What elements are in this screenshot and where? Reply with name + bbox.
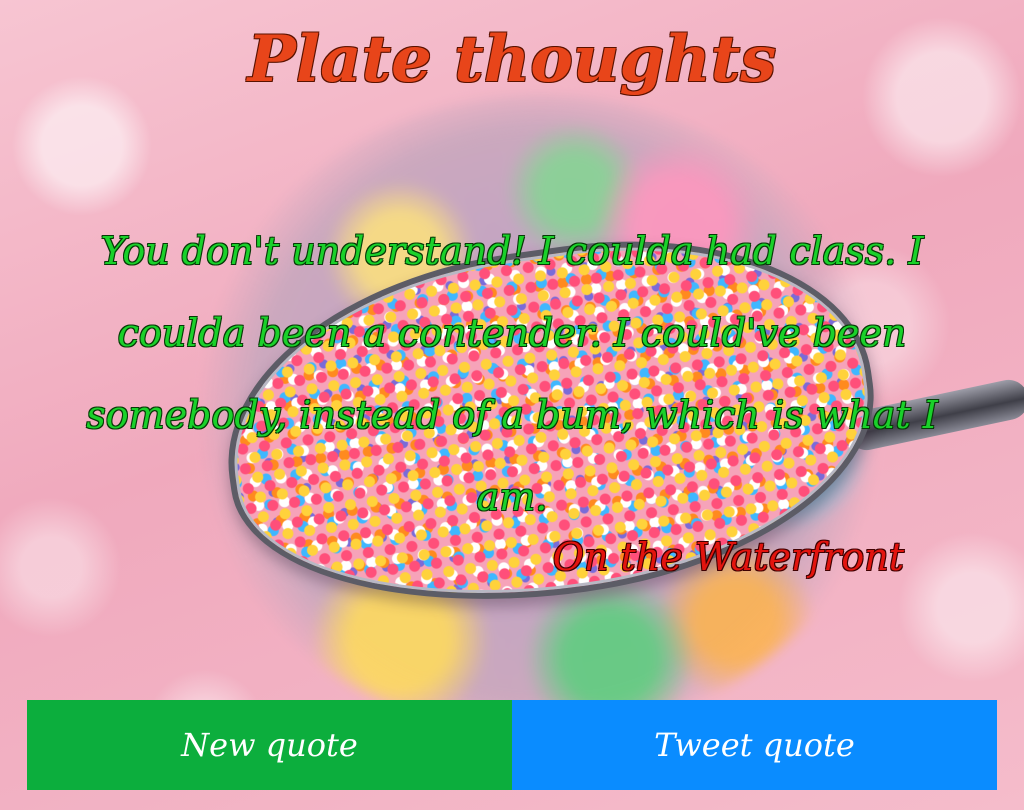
quote-text: You don't understand! I coulda had class… [86,229,938,519]
button-bar: New quote Tweet quote [27,700,997,790]
quote-box: You don't understand! I coulda had class… [50,210,974,579]
tweet-quote-button[interactable]: Tweet quote [512,700,997,790]
quote-author: On the Waterfront [552,535,904,579]
page-title: Plate thoughts [247,22,777,97]
new-quote-button[interactable]: New quote [27,700,512,790]
